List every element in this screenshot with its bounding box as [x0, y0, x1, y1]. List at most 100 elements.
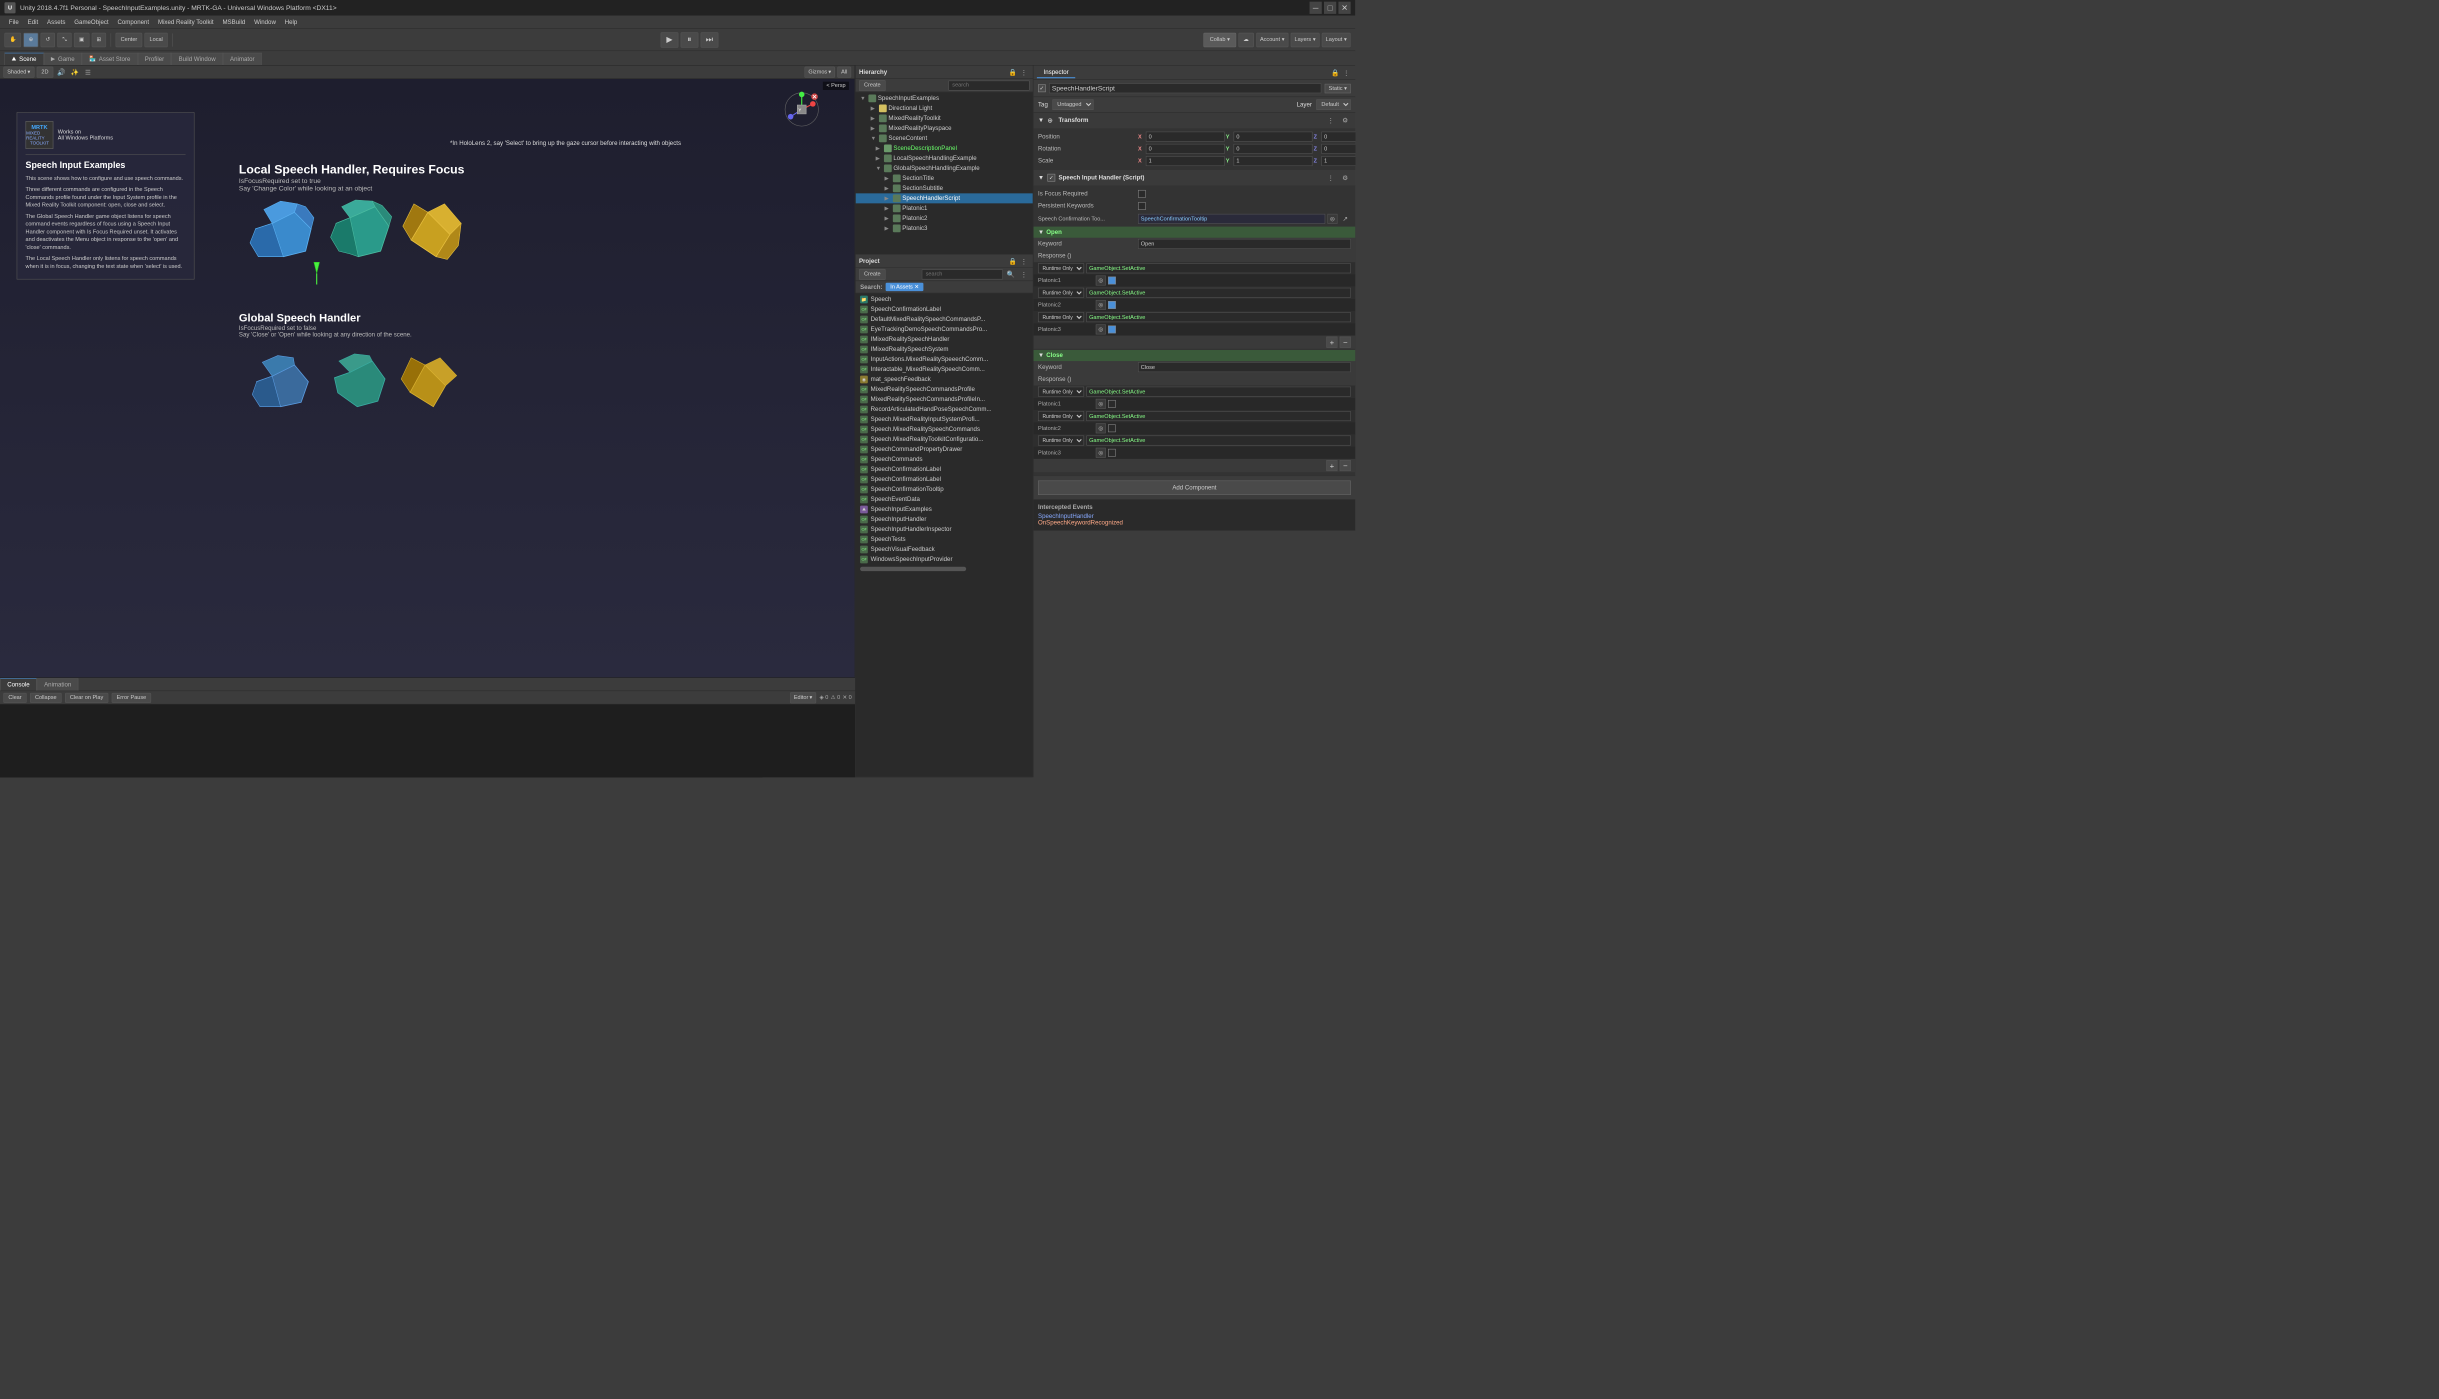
menu-gameobject[interactable]: GameObject [70, 18, 113, 27]
transform-context[interactable]: ⚙ [1340, 115, 1351, 126]
menu-msbuild[interactable]: MSBuild [218, 18, 250, 27]
speech-handler-header[interactable]: ▼ ✓ Speech Input Handler (Script) ⋮ ⚙ [1033, 170, 1355, 186]
project-item-speech-commands[interactable]: C# Speech.MixedRealitySpeechCommands [856, 424, 1033, 434]
tab-scene[interactable]: ⛰ Scene [4, 53, 43, 65]
speech-tooltip-field[interactable] [1138, 214, 1325, 224]
all-dropdown[interactable]: All [837, 66, 851, 77]
hierarchy-lock-icon[interactable]: 🔒 [1007, 66, 1018, 77]
close-remove-btn[interactable]: − [1340, 460, 1351, 471]
project-item-imixedspeech[interactable]: C# IMixedRealitySpeechHandler [856, 334, 1033, 344]
inspector-lock[interactable]: 🔒 [1330, 67, 1341, 78]
project-item-confirmationlabel[interactable]: C# SpeechConfirmationLabel [856, 304, 1033, 314]
close-unchecked-1[interactable] [1108, 400, 1116, 408]
project-item-mat-speech[interactable]: ◉ mat_speechFeedback [856, 374, 1033, 384]
pos-z-input[interactable] [1321, 132, 1355, 142]
focus-required-checkbox[interactable] [1138, 190, 1146, 198]
maximize-button[interactable]: □ [1324, 2, 1336, 14]
persistent-keywords-checkbox[interactable] [1138, 202, 1146, 210]
clear-on-play-button[interactable]: Clear on Play [65, 693, 108, 703]
menu-edit[interactable]: Edit [23, 18, 42, 27]
gizmos-dropdown[interactable]: Gizmos ▾ [804, 66, 835, 77]
hierarchy-item-sectionsubtitle[interactable]: ▶ SectionSubtitle [856, 183, 1033, 193]
create-button[interactable]: Create [859, 80, 886, 91]
hierarchy-item-speechinputexamples[interactable]: ▼ SpeechInputExamples [856, 93, 1033, 103]
object-name-field[interactable] [1049, 83, 1321, 93]
open-checked-1[interactable] [1108, 277, 1116, 285]
collapse-button[interactable]: Collapse [30, 693, 62, 703]
object-active-checkbox[interactable]: ✓ [1038, 84, 1046, 92]
hierarchy-item-scenedescriptionpanel[interactable]: ▶ SceneDescriptionPanel [856, 143, 1033, 153]
rect-tool[interactable]: ▣ [74, 33, 89, 47]
close-keyword-input[interactable] [1138, 362, 1351, 372]
close-method-3[interactable] [1086, 436, 1350, 446]
project-item-imixedsystem[interactable]: C# IMixedRealitySpeechSystem [856, 344, 1033, 354]
scene-menu-button[interactable]: ☰ [82, 66, 93, 77]
close-obj-target-3[interactable]: ◎ [1096, 448, 1106, 458]
rot-y-input[interactable] [1233, 144, 1312, 154]
pivot-mode-button[interactable]: Center [116, 33, 143, 47]
project-item-speech-property[interactable]: C# SpeechCommandPropertyDrawer [856, 444, 1033, 454]
transform-options[interactable]: ⋮ [1325, 115, 1336, 126]
pos-x-input[interactable] [1146, 132, 1225, 142]
inspector-tab[interactable]: Inspector [1037, 67, 1075, 78]
open-obj-target-3[interactable]: ◎ [1096, 324, 1106, 334]
close-button[interactable]: ✕ [1338, 2, 1350, 14]
speech-enable-checkbox[interactable]: ✓ [1047, 174, 1055, 182]
scale-z-input[interactable] [1321, 156, 1355, 166]
close-runtime-1[interactable]: Runtime Only [1038, 387, 1084, 397]
open-runtime-3[interactable]: Runtime Only [1038, 312, 1084, 322]
scale-tool[interactable]: ⤡ [57, 33, 71, 47]
open-method-1[interactable] [1086, 263, 1350, 273]
open-keyword-input[interactable] [1138, 239, 1351, 249]
project-item-speechtests[interactable]: C# SpeechTests [856, 534, 1033, 544]
clear-button[interactable]: Clear [3, 693, 26, 703]
hierarchy-search[interactable] [948, 80, 1029, 90]
project-search[interactable] [922, 269, 1003, 279]
step-button[interactable]: ⏭ [700, 32, 718, 48]
project-item-speechinputhandler[interactable]: C# SpeechInputHandler [856, 514, 1033, 524]
hierarchy-menu-icon[interactable]: ⋮ [1018, 66, 1029, 77]
open-checked-3[interactable] [1108, 326, 1116, 334]
rot-x-input[interactable] [1146, 144, 1225, 154]
project-item-inputactions[interactable]: C# InputActions.MixedRealitySpeeechComm.… [856, 354, 1033, 364]
shaded-dropdown[interactable]: Shaded ▾ [3, 66, 34, 77]
account-button[interactable]: Account ▾ [1256, 33, 1288, 47]
open-obj-target-1[interactable]: ◎ [1096, 276, 1106, 286]
transform-tool[interactable]: ⊞ [92, 33, 107, 47]
project-item-speechinputhandlerinspector[interactable]: C# SpeechInputHandlerInspector [856, 524, 1033, 534]
project-item-record[interactable]: C# RecordArticulatedHandPoseSpeechComm..… [856, 404, 1033, 414]
speech-script-btn[interactable]: ⚙ [1340, 172, 1351, 183]
open-section-header[interactable]: ▼ Open [1033, 227, 1355, 238]
project-item-speech-input-profile[interactable]: C# Speech.MixedRealityInputSystemProfi..… [856, 414, 1033, 424]
open-method-2[interactable] [1086, 288, 1350, 298]
pause-button[interactable]: ⏸ [680, 32, 698, 48]
project-scrollbar[interactable] [860, 567, 966, 571]
hierarchy-item-sectiontitle[interactable]: ▶ SectionTitle [856, 173, 1033, 183]
scale-y-input[interactable] [1233, 156, 1312, 166]
hierarchy-item-mixedrealitytoolkit[interactable]: ▶ MixedRealityToolkit [856, 113, 1033, 123]
menu-assets[interactable]: Assets [43, 18, 70, 27]
project-lock-icon[interactable]: 🔒 [1007, 255, 1018, 266]
menu-mixed-reality[interactable]: Mixed Reality Toolkit [154, 18, 218, 27]
hierarchy-item-scenecontent[interactable]: ▼ SceneContent [856, 133, 1033, 143]
open-runtime-2[interactable]: Runtime Only [1038, 288, 1084, 298]
hierarchy-item-globalspeech[interactable]: ▼ GlobalSpeechHandlingExample [856, 163, 1033, 173]
project-item-speechvisualfeedback[interactable]: C# SpeechVisualFeedback [856, 544, 1033, 554]
search-icon[interactable]: 🔍 [1005, 269, 1016, 280]
menu-window[interactable]: Window [250, 18, 281, 27]
close-obj-target-1[interactable]: ◎ [1096, 399, 1106, 409]
project-item-mixedspeechprofilein[interactable]: C# MixedRealitySpeechCommandsProfileIn..… [856, 394, 1033, 404]
space-mode-button[interactable]: Local [145, 33, 168, 47]
hierarchy-item-platonic3[interactable]: ▶ Platonic3 [856, 223, 1033, 233]
tab-console[interactable]: Console [0, 678, 37, 690]
project-options-icon[interactable]: ⋮ [1018, 269, 1029, 280]
tab-build-window[interactable]: Build Window [171, 53, 222, 65]
project-item-mixedspeechprofile[interactable]: C# MixedRealitySpeechCommandsProfile [856, 384, 1033, 394]
fx-button[interactable]: ✨ [69, 66, 80, 77]
tab-asset-store[interactable]: 🏪 Asset Store [82, 53, 138, 65]
project-item-speechinputexamples[interactable]: ⛰ SpeechInputExamples [856, 504, 1033, 514]
layers-button[interactable]: Layers ▾ [1291, 33, 1320, 47]
menu-file[interactable]: File [4, 18, 23, 27]
project-item-speechconfirm1[interactable]: C# SpeechConfirmationLabel [856, 464, 1033, 474]
project-item-speech-toolkit[interactable]: C# Speech.MixedRealityToolkitConfigurati… [856, 434, 1033, 444]
